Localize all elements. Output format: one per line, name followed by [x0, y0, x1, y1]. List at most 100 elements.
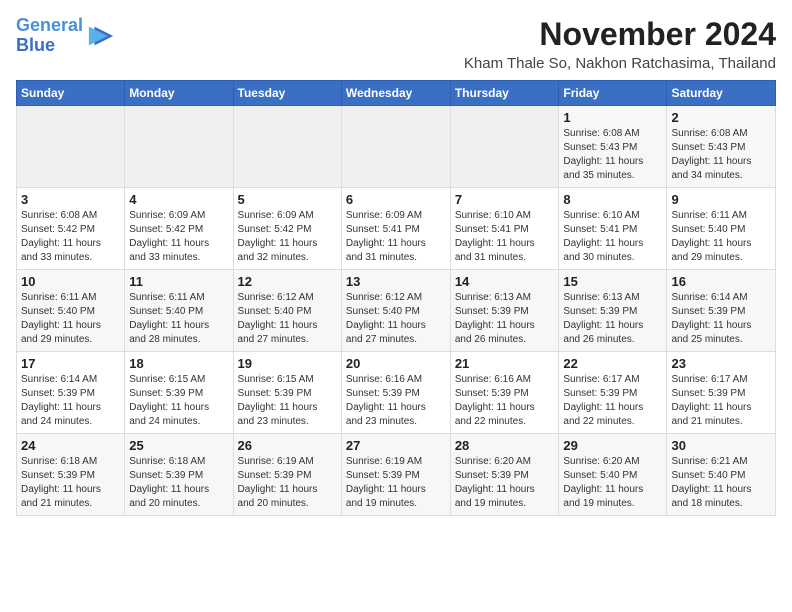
- calendar-cell: 18 Sunrise: 6:15 AM Sunset: 5:39 PM Dayli…: [125, 352, 233, 434]
- calendar-table: SundayMondayTuesdayWednesdayThursdayFrid…: [16, 80, 776, 516]
- day-info: Sunrise: 6:08 AM Sunset: 5:42 PM Dayligh…: [21, 209, 120, 265]
- weekday-header: Monday: [125, 81, 233, 106]
- day-number: 1: [563, 110, 662, 125]
- day-info: Sunrise: 6:15 AM Sunset: 5:39 PM Dayligh…: [238, 373, 337, 429]
- calendar-cell: 10 Sunrise: 6:11 AM Sunset: 5:40 PM Dayli…: [17, 270, 125, 352]
- day-number: 25: [129, 438, 228, 453]
- day-number: 4: [129, 192, 228, 207]
- calendar-cell: 22Sunrise: 6:17 AM Sunset: 5:39 PM Dayli…: [559, 352, 667, 434]
- day-info: Sunrise: 6:10 AM Sunset: 5:41 PM Dayligh…: [455, 209, 555, 265]
- day-number: 29: [563, 438, 662, 453]
- month-title: November 2024: [464, 16, 776, 53]
- weekday-header: Saturday: [667, 81, 776, 106]
- day-info: Sunrise: 6:19 AM Sunset: 5:39 PM Dayligh…: [238, 455, 337, 511]
- weekday-header: Sunday: [17, 81, 125, 106]
- day-info: Sunrise: 6:15 AM Sunset: 5:39 PM Dayligh…: [129, 373, 228, 429]
- day-info: Sunrise: 6:16 AM Sunset: 5:39 PM Dayligh…: [346, 373, 446, 429]
- day-info: Sunrise: 6:21 AM Sunset: 5:40 PM Dayligh…: [671, 455, 771, 511]
- day-info: Sunrise: 6:13 AM Sunset: 5:39 PM Dayligh…: [455, 291, 555, 347]
- calendar-cell: 30Sunrise: 6:21 AM Sunset: 5:40 PM Dayli…: [667, 434, 776, 516]
- calendar-cell: 8 Sunrise: 6:10 AM Sunset: 5:41 PM Daylig…: [559, 188, 667, 270]
- calendar-cell: 2 Sunrise: 6:08 AM Sunset: 5:43 PM Daylig…: [667, 106, 776, 188]
- calendar-cell: 11 Sunrise: 6:11 AM Sunset: 5:40 PM Dayli…: [125, 270, 233, 352]
- calendar-cell: 3Sunrise: 6:08 AM Sunset: 5:42 PM Daylig…: [17, 188, 125, 270]
- day-info: Sunrise: 6:18 AM Sunset: 5:39 PM Dayligh…: [129, 455, 228, 511]
- day-info: Sunrise: 6:08 AM Sunset: 5:43 PM Dayligh…: [563, 127, 662, 183]
- calendar-cell: 14 Sunrise: 6:13 AM Sunset: 5:39 PM Dayli…: [450, 270, 559, 352]
- day-info: Sunrise: 6:09 AM Sunset: 5:42 PM Dayligh…: [129, 209, 228, 265]
- weekday-header: Thursday: [450, 81, 559, 106]
- day-info: Sunrise: 6:11 AM Sunset: 5:40 PM Dayligh…: [21, 291, 120, 347]
- location-title: Kham Thale So, Nakhon Ratchasima, Thaila…: [464, 55, 776, 72]
- calendar-cell: [233, 106, 341, 188]
- calendar-cell: 4 Sunrise: 6:09 AM Sunset: 5:42 PM Daylig…: [125, 188, 233, 270]
- day-info: Sunrise: 6:11 AM Sunset: 5:40 PM Dayligh…: [129, 291, 228, 347]
- calendar-cell: 25 Sunrise: 6:18 AM Sunset: 5:39 PM Dayli…: [125, 434, 233, 516]
- logo: GeneralBlue: [16, 16, 115, 56]
- calendar-cell: [450, 106, 559, 188]
- day-number: 26: [238, 438, 337, 453]
- calendar-cell: [341, 106, 450, 188]
- calendar-cell: 17 Sunrise: 6:14 AM Sunset: 5:39 PM Dayli…: [17, 352, 125, 434]
- calendar-cell: 26 Sunrise: 6:19 AM Sunset: 5:39 PM Dayli…: [233, 434, 341, 516]
- logo-icon: [87, 22, 115, 50]
- day-number: 10: [21, 274, 120, 289]
- day-info: Sunrise: 6:12 AM Sunset: 5:40 PM Dayligh…: [238, 291, 337, 347]
- day-info: Sunrise: 6:10 AM Sunset: 5:41 PM Dayligh…: [563, 209, 662, 265]
- day-number: 24: [21, 438, 120, 453]
- day-info: Sunrise: 6:20 AM Sunset: 5:39 PM Dayligh…: [455, 455, 555, 511]
- day-info: Sunrise: 6:17 AM Sunset: 5:39 PM Dayligh…: [671, 373, 771, 429]
- calendar-cell: 12 Sunrise: 6:12 AM Sunset: 5:40 PM Dayli…: [233, 270, 341, 352]
- day-info: Sunrise: 6:14 AM Sunset: 5:39 PM Dayligh…: [21, 373, 120, 429]
- day-info: Sunrise: 6:09 AM Sunset: 5:42 PM Dayligh…: [238, 209, 337, 265]
- day-info: Sunrise: 6:19 AM Sunset: 5:39 PM Dayligh…: [346, 455, 446, 511]
- day-info: Sunrise: 6:09 AM Sunset: 5:41 PM Dayligh…: [346, 209, 446, 265]
- day-number: 18: [129, 356, 228, 371]
- day-number: 6: [346, 192, 446, 207]
- day-number: 21: [455, 356, 555, 371]
- day-number: 15: [563, 274, 662, 289]
- calendar-cell: 7Sunrise: 6:10 AM Sunset: 5:41 PM Daylig…: [450, 188, 559, 270]
- calendar-cell: 27Sunrise: 6:19 AM Sunset: 5:39 PM Dayli…: [341, 434, 450, 516]
- calendar-cell: [17, 106, 125, 188]
- day-number: 20: [346, 356, 446, 371]
- calendar-cell: 20 Sunrise: 6:16 AM Sunset: 5:39 PM Dayli…: [341, 352, 450, 434]
- calendar-cell: 5 Sunrise: 6:09 AM Sunset: 5:42 PM Daylig…: [233, 188, 341, 270]
- day-number: 13: [346, 274, 446, 289]
- day-number: 23: [671, 356, 771, 371]
- calendar-cell: 19 Sunrise: 6:15 AM Sunset: 5:39 PM Dayli…: [233, 352, 341, 434]
- day-number: 28: [455, 438, 555, 453]
- day-info: Sunrise: 6:14 AM Sunset: 5:39 PM Dayligh…: [671, 291, 771, 347]
- calendar-cell: 23 Sunrise: 6:17 AM Sunset: 5:39 PM Dayli…: [667, 352, 776, 434]
- day-number: 19: [238, 356, 337, 371]
- day-info: Sunrise: 6:13 AM Sunset: 5:39 PM Dayligh…: [563, 291, 662, 347]
- calendar-cell: 16 Sunrise: 6:14 AM Sunset: 5:39 PM Dayli…: [667, 270, 776, 352]
- day-number: 16: [671, 274, 771, 289]
- day-info: Sunrise: 6:12 AM Sunset: 5:40 PM Dayligh…: [346, 291, 446, 347]
- day-number: 17: [21, 356, 120, 371]
- calendar-cell: 9Sunrise: 6:11 AM Sunset: 5:40 PM Daylig…: [667, 188, 776, 270]
- day-info: Sunrise: 6:18 AM Sunset: 5:39 PM Dayligh…: [21, 455, 120, 511]
- calendar-cell: [125, 106, 233, 188]
- day-number: 8: [563, 192, 662, 207]
- calendar-cell: 15 Sunrise: 6:13 AM Sunset: 5:39 PM Dayli…: [559, 270, 667, 352]
- day-number: 14: [455, 274, 555, 289]
- weekday-header: Wednesday: [341, 81, 450, 106]
- calendar-cell: 29Sunrise: 6:20 AM Sunset: 5:40 PM Dayli…: [559, 434, 667, 516]
- calendar-cell: 13 Sunrise: 6:12 AM Sunset: 5:40 PM Dayli…: [341, 270, 450, 352]
- day-info: Sunrise: 6:08 AM Sunset: 5:43 PM Dayligh…: [671, 127, 771, 183]
- weekday-header: Friday: [559, 81, 667, 106]
- calendar-cell: 28 Sunrise: 6:20 AM Sunset: 5:39 PM Dayli…: [450, 434, 559, 516]
- weekday-header: Tuesday: [233, 81, 341, 106]
- day-number: 22: [563, 356, 662, 371]
- day-info: Sunrise: 6:16 AM Sunset: 5:39 PM Dayligh…: [455, 373, 555, 429]
- day-number: 12: [238, 274, 337, 289]
- day-number: 11: [129, 274, 228, 289]
- calendar-cell: 24 Sunrise: 6:18 AM Sunset: 5:39 PM Dayli…: [17, 434, 125, 516]
- day-number: 9: [671, 192, 771, 207]
- day-number: 2: [671, 110, 771, 125]
- calendar-cell: 6 Sunrise: 6:09 AM Sunset: 5:41 PM Daylig…: [341, 188, 450, 270]
- day-number: 5: [238, 192, 337, 207]
- calendar-cell: 21 Sunrise: 6:16 AM Sunset: 5:39 PM Dayli…: [450, 352, 559, 434]
- calendar-cell: 1 Sunrise: 6:08 AM Sunset: 5:43 PM Daylig…: [559, 106, 667, 188]
